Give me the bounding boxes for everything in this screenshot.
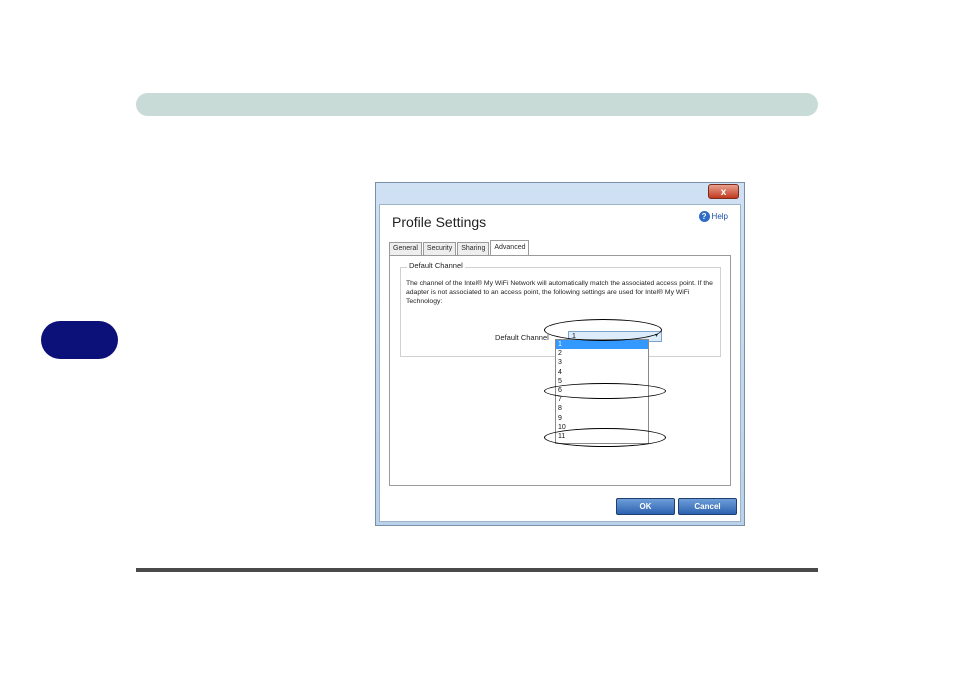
default-channel-label: Default Channel [495,333,549,342]
tab-general[interactable]: General [389,242,422,255]
channel-option[interactable]: 1 [556,340,648,350]
tab-strip: General Security Sharing Advanced [389,240,530,255]
tab-security[interactable]: Security [422,242,457,255]
channel-option[interactable]: 2 [556,349,648,358]
header-bar [136,93,818,116]
cancel-button[interactable]: Cancel [678,498,737,515]
tab-advanced[interactable]: Advanced [490,240,530,255]
help-icon[interactable]: ? [698,211,710,222]
help-label[interactable]: Help [712,212,728,221]
channel-option[interactable]: 8 [556,404,648,413]
annotation-ellipse-channel-6 [544,383,666,399]
footer-rule [136,568,818,572]
group-description: The channel of the Intel® My WiFi Networ… [406,280,713,305]
close-button[interactable]: x [708,184,739,199]
annotation-ellipse-channel-11 [544,428,666,447]
chapter-tab [41,321,118,359]
tab-sharing[interactable]: Sharing [457,242,490,255]
dialog-title: Profile Settings [392,214,487,230]
help-link[interactable]: ? Help [698,211,728,222]
annotation-ellipse-select [544,319,662,341]
channel-option[interactable]: 9 [556,414,648,423]
channel-option[interactable]: 4 [556,368,648,377]
profile-settings-dialog: x Profile Settings ? Help General Securi… [375,182,745,526]
close-icon[interactable]: x [721,187,727,198]
channel-option[interactable]: 3 [556,358,648,367]
group-title: Default Channel [407,261,465,270]
ok-button[interactable]: OK [616,498,675,515]
